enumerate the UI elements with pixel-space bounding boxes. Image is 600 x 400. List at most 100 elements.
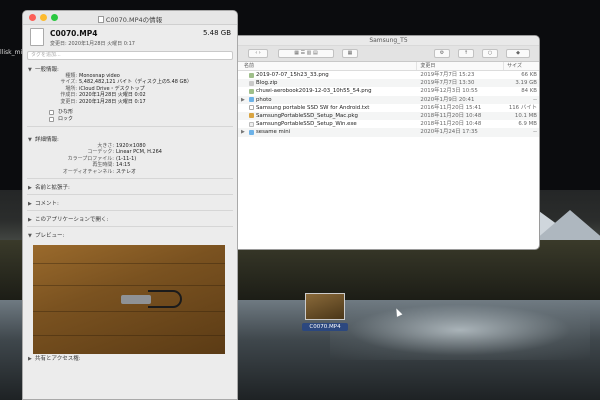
column-size[interactable]: サイズ [504,62,539,70]
finder-title[interactable]: Samsung_T5 [238,36,539,46]
list-item[interactable]: SamsungPortableSSD_Setup_Win.exe 2018年11月… [238,120,539,128]
item-size: 6.9 MB [518,121,537,128]
item-name: photo [256,96,272,103]
row-key: オーディオチャンネル: [62,168,114,175]
wood-grain [33,311,225,312]
dropbox-icon[interactable]: ◆ [506,49,530,58]
column-date[interactable]: 変更日 [417,62,505,70]
item-size: -- [533,96,537,103]
name-extension-toggle[interactable]: ▶ 名前と拡張子: [23,183,237,191]
stationery-label: ひな形 [58,109,74,116]
item-name: SamsungPortableSSD_Setup_Mac.pkg [256,112,358,119]
dragged-file[interactable]: C0070.MP4 [302,293,348,335]
text-file-icon [249,105,254,111]
group-button[interactable]: ▦ [342,49,358,58]
document-icon [97,16,104,23]
file-name-cell: ▶ photo [238,96,417,104]
item-date: 2019年7月7日 15:23 [420,72,475,78]
more-info-row: オーディオチャンネル: ステレオ [23,169,237,175]
stationery-checkbox[interactable]: ひな形 [49,109,237,116]
column-name[interactable]: 名前 [238,62,418,70]
item-name: 2019-07-07_15h23_33.png [256,72,329,78]
row-value: 2020年1月28日 火曜日 0:17 [79,98,146,105]
list-item[interactable]: ▶ sesame mini 2020年1月24日 17:35 -- [238,128,539,137]
list-item[interactable]: chuwi-aerobook2019-12-03_10h55_54.png 201… [238,87,539,95]
chevron-right-icon: ▶ [28,217,32,224]
item-size: 116 バイト [508,104,537,111]
finder-window: Samsung_T5 ‹ › ▦ ☰ ▥ ▤ ▦ ⚙ ↑ ○ ◆ 名前 変更日 … [238,35,540,250]
disclosure-triangle-icon[interactable]: ▶ [241,128,245,136]
list-item[interactable]: Blog.zip 2019年7月7日 13:30 3.19 GB [238,79,539,88]
column-header: 名前 変更日 サイズ [238,62,539,71]
general-section: ▼ 一般情報: 種類: Monosnap video サイズ: 5,482,482,1… [23,60,237,123]
sharing-heading: 共有とアクセス権: [35,356,81,362]
item-date: 2019年7月7日 13:30 [420,80,475,87]
locked-checkbox[interactable]: ロック [49,116,237,123]
file-name-cell: Samsung portable SSD SW for Android.txt [238,104,417,112]
image-file-icon [249,72,254,78]
item-name: Samsung portable SSD SW for Android.txt [256,104,370,111]
item-date: 2020年1月9日 20:41 [420,96,475,103]
row-value: ステレオ [116,168,137,175]
divider [27,126,233,128]
item-date: 2018年11月20日 10:48 [420,121,482,128]
chevron-down-icon: ▼ [28,233,32,240]
file-name-cell: Blog.zip [238,79,417,87]
divider [27,178,233,180]
view-mode-buttons[interactable]: ▦ ☰ ▥ ▤ [278,49,334,58]
checkbox-icon [49,117,54,123]
chevron-right-icon: ▶ [28,185,32,192]
preview-toggle[interactable]: ▼ プレビュー: [23,231,237,239]
lake-reflection [330,300,590,360]
video-preview[interactable] [33,245,225,354]
checkbox-icon [49,110,54,116]
open-with-heading: このアプリケーションで開く: [35,217,109,224]
info-titlebar[interactable]: C0070.MP4の情報 [23,11,237,25]
comments-heading: コメント: [35,201,59,208]
divider [27,194,233,196]
chevron-right-icon: ▶ [28,356,32,362]
more-info-toggle[interactable]: ▼ 詳細情報: [23,135,237,143]
video-thumbnail [305,293,345,320]
list-item[interactable]: Samsung portable SSD SW for Android.txt 2… [238,104,539,112]
back-forward-button[interactable]: ‹ › [248,49,268,58]
list-item[interactable]: ▶ photo 2020年1月9日 20:41 -- [238,95,539,104]
comments-toggle[interactable]: ▶ コメント: [23,199,237,207]
folder-icon [249,129,254,135]
item-name: chuwi-aerobook2019-12-03_10h55_54.png [256,88,372,95]
item-size: 84 KB [521,88,537,95]
action-gear-icon[interactable]: ⚙ [434,49,450,58]
file-list: 2019-07-07_15h23_33.png 2019年7月7日 15:23 66… [238,71,539,137]
usb-cable [148,290,182,308]
more-info-section: ▼ 詳細情報: 大きさ: 1920×1080 コーデック: Linear PCM, H… [23,130,237,175]
open-with-toggle[interactable]: ▶ このアプリケーションで開く: [23,215,237,223]
item-date: 2016年11月20日 15:41 [420,104,482,111]
info-window: C0070.MP4の情報 C0070.MP4 5.48 GB 変更日: 2020… [22,10,238,400]
file-name-cell: chuwi-aerobook2019-12-03_10h55_54.png [238,87,417,95]
item-size: 66 KB [521,72,537,78]
sharing-toggle[interactable]: ▶ 共有とアクセス権: [28,354,81,362]
row-key: 変更日: [60,98,77,105]
general-section-toggle[interactable]: ▼ 一般情報: [23,65,237,73]
disclosure-triangle-icon[interactable]: ▶ [241,96,245,104]
tags-input[interactable]: タグを追加... [27,51,233,60]
folder-icon [249,97,254,103]
locked-label: ロック [58,116,74,123]
exe-file-icon [249,121,254,127]
wood-grain [33,285,225,286]
item-date: 2019年12月3日 10:55 [420,88,478,95]
item-name: sesame mini [256,129,291,136]
package-file-icon [249,113,254,119]
item-size: -- [533,129,537,136]
preview-heading: プレビュー: [35,233,65,240]
list-item[interactable]: SamsungPortableSSD_Setup_Mac.pkg 2018年11月… [238,111,539,121]
list-item[interactable]: 2019-07-07_15h23_33.png 2019年7月7日 15:23 66… [238,71,539,79]
tag-icon[interactable]: ○ [482,49,498,58]
file-modified: 変更日: 2020年1月28日 火曜日 0:17 [50,41,135,47]
file-size: 5.48 GB [202,29,231,37]
desktop-file-label[interactable]: llisk_mi [0,49,22,56]
divider [27,210,233,212]
file-name: C0070.MP4 [50,29,98,38]
share-icon[interactable]: ↑ [458,49,474,58]
divider [27,226,233,228]
